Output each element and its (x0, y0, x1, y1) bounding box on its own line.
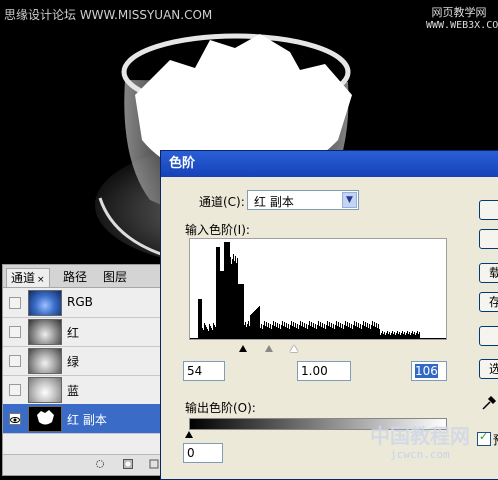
channel-thumbnail (28, 348, 62, 374)
panel-tabs: 通道 × 路径 图层 (3, 265, 163, 288)
channel-name: 红 副本 (67, 413, 107, 427)
channel-name: 蓝 (67, 384, 80, 398)
auto-button[interactable] (479, 326, 498, 346)
histogram (189, 238, 447, 340)
histogram-bars (190, 242, 446, 339)
channel-thumbnail (28, 319, 62, 345)
chevron-down-icon[interactable]: ▼ (342, 192, 357, 208)
channel-name: 绿 (67, 355, 80, 369)
visibility-toggle[interactable] (9, 326, 21, 338)
visibility-toggle[interactable] (9, 355, 21, 367)
channel-select[interactable]: 红 副本 ▼ (247, 190, 359, 210)
input-gamma-slider[interactable] (265, 345, 273, 352)
channel-label: 通道(C): (199, 195, 245, 209)
preview-checkbox[interactable] (477, 430, 491, 446)
watermark-top-right: 网页教学网 WWW.WEB3X.COM (426, 6, 498, 32)
channel-name: RGB (67, 295, 93, 309)
options-button[interactable]: 选 (479, 359, 498, 379)
channel-thumbnail (28, 290, 62, 316)
tab-channels[interactable]: 通道 × (6, 268, 50, 287)
output-black-field[interactable]: 0 (183, 443, 223, 463)
visibility-toggle[interactable] (9, 297, 21, 309)
channel-row-red[interactable]: 红 (3, 317, 163, 347)
channel-row-rgb[interactable]: RGB (3, 288, 163, 318)
channel-row-green[interactable]: 绿 (3, 346, 163, 376)
channel-thumbnail (28, 377, 62, 403)
input-white-value: 106 (415, 364, 438, 378)
watermark-site: WWW.WEB3X.COM (426, 20, 498, 31)
tab-paths[interactable]: 路径 (59, 268, 91, 286)
ok-button[interactable] (479, 200, 498, 220)
watermark-title: 网页教学网 (431, 6, 487, 19)
tab-layers[interactable]: 图层 (99, 268, 131, 286)
load-button[interactable]: 载 (479, 263, 498, 283)
tab-channels-label: 通道 (11, 271, 36, 285)
input-black-field[interactable]: 54 (183, 361, 225, 381)
close-icon[interactable]: × (37, 275, 45, 285)
load-selection-icon[interactable] (95, 459, 105, 469)
input-gamma-field[interactable]: 1.00 (297, 361, 351, 381)
preview-label: 预 (493, 431, 498, 448)
output-levels-label: 输出色阶(O): (185, 401, 256, 415)
new-channel-icon[interactable] (149, 459, 159, 469)
visibility-toggle[interactable] (9, 384, 21, 396)
dialog-title: 色阶 (161, 151, 498, 177)
channel-row-red-copy[interactable]: 红 副本 (3, 404, 163, 434)
channel-name: 红 (67, 326, 80, 340)
input-white-slider[interactable] (290, 345, 298, 352)
channel-select-value: 红 副本 (254, 195, 294, 209)
save-button[interactable]: 存 (479, 292, 498, 312)
cancel-button[interactable] (479, 229, 498, 249)
input-levels-label: 输入色阶(I): (185, 223, 250, 237)
watermark-bottom: 中国教程网 (370, 424, 470, 448)
panel-footer (3, 454, 163, 475)
eye-icon[interactable] (9, 413, 21, 425)
channel-row-blue[interactable]: 蓝 (3, 375, 163, 405)
channel-thumbnail (28, 406, 62, 432)
watermark-bottom-site: jcwcn.com (390, 448, 450, 461)
channels-panel: 通道 × 路径 图层 RGB 红 绿 蓝 红 副本 (2, 264, 164, 476)
eyedropper-icon[interactable] (481, 395, 497, 411)
watermark-top-left: 思缘设计论坛 WWW.MISSYUAN.COM (4, 8, 213, 22)
save-selection-icon[interactable] (123, 459, 133, 469)
output-black-slider[interactable] (185, 431, 193, 438)
input-black-slider[interactable] (239, 345, 247, 352)
input-white-field[interactable]: 106 (411, 361, 447, 381)
